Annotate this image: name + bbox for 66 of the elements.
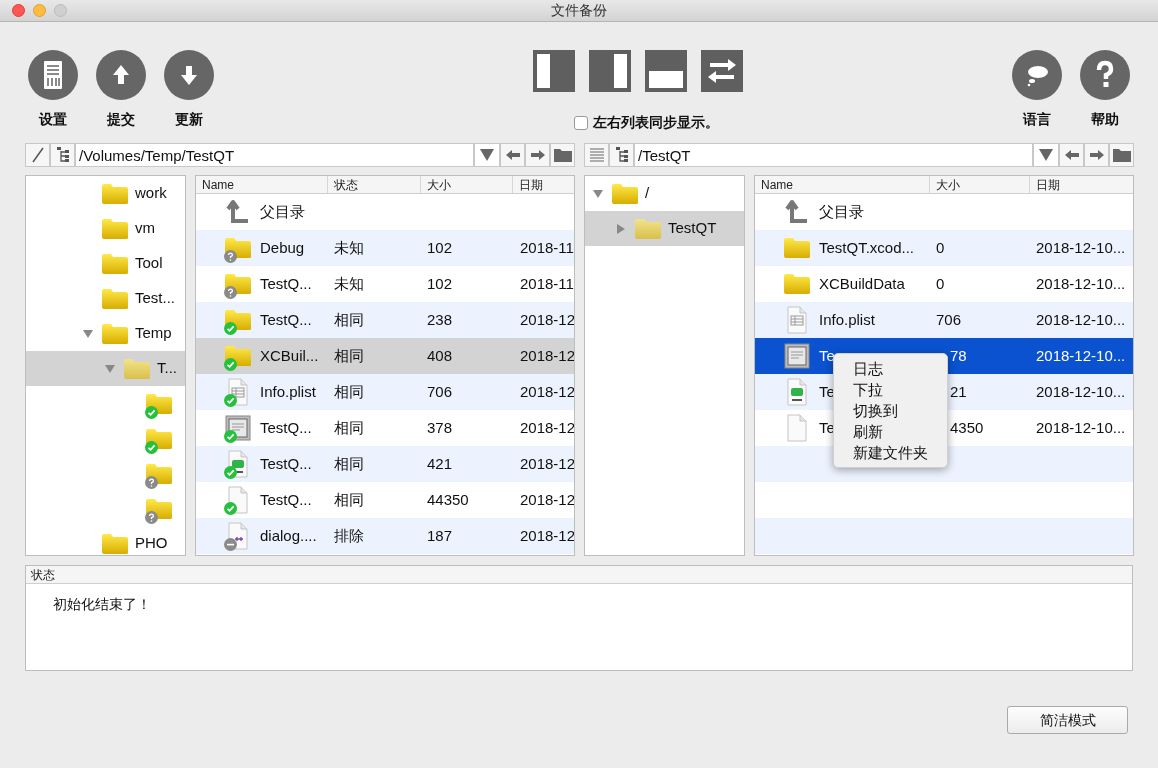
table-cell-text: 相同	[334, 345, 364, 366]
table-cell-text: 706	[427, 381, 453, 402]
tree-label: work	[135, 183, 167, 204]
table-cell-text: 78	[950, 345, 967, 366]
window-title: 文件备份	[551, 1, 607, 20]
file-name: TestQT.xcod...	[819, 237, 915, 258]
table-cell-text: 238	[427, 309, 453, 330]
file-name: XCBuildData	[819, 273, 905, 294]
table-cell-text: 2018-12	[520, 453, 574, 474]
file-name: Te	[819, 345, 835, 366]
file-name: XCBuil...	[260, 345, 319, 366]
table-cell-text: 2018-12-10...	[1036, 237, 1126, 258]
tree-label: Test...	[135, 288, 175, 309]
table-cell-text: 21	[950, 381, 967, 402]
table-cell-text: 2018-12-10...	[1036, 273, 1126, 294]
tree-label: vm	[135, 218, 155, 239]
table-cell-text: 2018-12-10...	[1036, 345, 1126, 366]
file-name: TestQ...	[260, 417, 312, 438]
file-name: TestQ...	[260, 453, 312, 474]
table-cell-text: 4350	[950, 417, 984, 438]
table-cell-text: 102	[427, 273, 453, 294]
table-cell-text: 2018-11	[520, 237, 574, 258]
file-name: dialog....	[260, 525, 317, 546]
table-cell-text: 378	[427, 417, 453, 438]
table-cell-text: 2018-12	[520, 525, 574, 546]
table-cell-text: 2018-12	[520, 345, 574, 366]
table-cell-text: 102	[427, 237, 453, 258]
table-cell-text: 未知	[334, 237, 364, 258]
table-cell-text: 排除	[334, 525, 364, 546]
table-cell-text: 2018-12	[520, 489, 574, 510]
file-name: TestQ...	[260, 309, 312, 330]
file-name: TestQ...	[260, 489, 312, 510]
table-cell-text: 44350	[427, 489, 469, 510]
table-cell-text: 相同	[334, 309, 364, 330]
file-name: TestQ...	[260, 273, 312, 294]
tree-label: Tool	[135, 253, 163, 274]
table-cell-text: 相同	[334, 489, 364, 510]
table-cell-text: 2018-12	[520, 381, 574, 402]
table-cell-text: 相同	[334, 453, 364, 474]
tree-label: PHO	[135, 533, 168, 554]
table-cell-text: 187	[427, 525, 453, 546]
table-cell-text: 相同	[334, 381, 364, 402]
table-cell-text: 2018-12-10...	[1036, 309, 1126, 330]
table-cell-text: 未知	[334, 273, 364, 294]
table-cell-text: 2018-12	[520, 309, 574, 330]
tree-label: Temp	[135, 323, 172, 344]
table-cell-text: 2018-12-10...	[1036, 417, 1126, 438]
status-title: 状态	[31, 566, 55, 584]
table-cell-text: 2018-12	[520, 417, 574, 438]
table-cell-text: 相同	[334, 417, 364, 438]
file-name: 父目录	[260, 201, 305, 222]
table-cell-text: 0	[936, 237, 945, 258]
file-name: Info.plist	[819, 309, 875, 330]
tree-label: T...	[157, 358, 177, 379]
file-name: Info.plist	[260, 381, 316, 402]
file-name: 父目录	[819, 201, 864, 222]
status-message: 初始化结束了！	[53, 596, 151, 612]
tree-label: /	[645, 183, 650, 204]
table-cell-text: 706	[936, 309, 962, 330]
table-cell-text: 2018-11	[520, 273, 574, 294]
table-cell-text: 0	[936, 273, 945, 294]
table-cell-text: 408	[427, 345, 453, 366]
file-name: Debug	[260, 237, 305, 258]
table-cell-text: 421	[427, 453, 453, 474]
tree-label: TestQT	[668, 218, 717, 239]
table-cell-text: 2018-12-10...	[1036, 381, 1126, 402]
